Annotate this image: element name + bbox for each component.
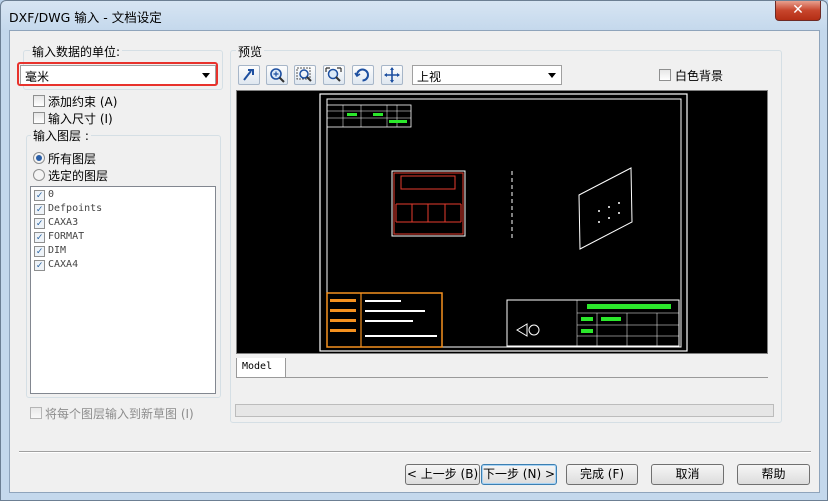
zoom-fit-button[interactable]	[323, 65, 345, 85]
check-icon[interactable]: ✓	[34, 246, 45, 257]
close-button[interactable]: ✕	[775, 1, 821, 21]
check-icon[interactable]: ✓	[34, 204, 45, 215]
help-button[interactable]: 帮助	[737, 464, 810, 485]
selected-layers-radio[interactable]	[33, 169, 45, 181]
zoom-in-icon	[270, 68, 285, 83]
units-label: 输入数据的单位:	[30, 43, 123, 60]
white-background-checkbox[interactable]	[659, 69, 671, 81]
next-button[interactable]: 下一步 (N) >	[481, 464, 557, 485]
rotate-button[interactable]	[352, 65, 374, 85]
each-layer-new-sketch-checkbox[interactable]	[30, 407, 42, 419]
all-layers-label: 所有图层	[48, 152, 97, 166]
window-title: DXF/DWG 输入 - 文档设定	[9, 10, 162, 25]
add-constraints-checkbox[interactable]	[33, 95, 45, 107]
check-icon[interactable]: ✓	[34, 218, 45, 229]
progress-bar	[235, 404, 774, 417]
preview-group-label: 预览	[236, 43, 265, 60]
back-button[interactable]: < 上一步 (B)	[405, 464, 480, 485]
check-icon[interactable]: ✓	[34, 232, 45, 243]
layers-group-label: 输入图层 :	[31, 127, 91, 144]
import-dimensions-checkbox[interactable]	[33, 112, 45, 124]
import-dimensions-label: 输入尺寸 (I)	[48, 112, 113, 126]
tab-strip	[286, 377, 768, 378]
check-icon[interactable]: ✓	[34, 260, 45, 271]
rotate-icon	[354, 68, 369, 82]
check-icon[interactable]: ✓	[34, 190, 45, 201]
layer-list[interactable]: ✓ 0 ✓ Defpoints ✓ CAXA3 ✓ FORMAT ✓ DIM ✓ CAXA4	[30, 186, 216, 394]
selected-layers-label: 选定的图层	[48, 169, 109, 183]
zoom-in-button[interactable]	[266, 65, 288, 85]
zoom-fit-icon	[325, 67, 342, 82]
move-icon	[384, 67, 400, 83]
finish-button[interactable]: 完成 (F)	[566, 464, 638, 485]
pan-tool-button[interactable]	[238, 65, 260, 85]
white-background-label: 白色背景	[675, 69, 724, 83]
view-dropdown[interactable]: 上视	[412, 65, 562, 85]
cancel-button[interactable]: 取消	[651, 464, 724, 485]
chevron-down-icon	[548, 73, 556, 78]
move-button[interactable]	[381, 65, 403, 85]
tab-model[interactable]: Model	[236, 358, 286, 378]
all-layers-radio[interactable]	[33, 152, 45, 164]
each-layer-new-sketch-label: 将每个图层输入到新草图 (I)	[45, 407, 194, 421]
zoom-window-icon	[296, 67, 312, 82]
drawing-preview	[319, 93, 688, 352]
view-selected-value: 上视	[417, 70, 442, 84]
highlight-box	[17, 62, 218, 86]
zoom-window-button[interactable]	[294, 65, 316, 85]
divider	[19, 451, 811, 453]
add-constraints-label: 添加约束 (A)	[48, 95, 118, 109]
pan-tool-icon	[243, 69, 254, 81]
preview-canvas[interactable]	[236, 90, 768, 354]
dialog-window: DXF/DWG 输入 - 文档设定 ✕ 输入数据的单位: 毫米 添加约束 (A)…	[0, 0, 828, 501]
